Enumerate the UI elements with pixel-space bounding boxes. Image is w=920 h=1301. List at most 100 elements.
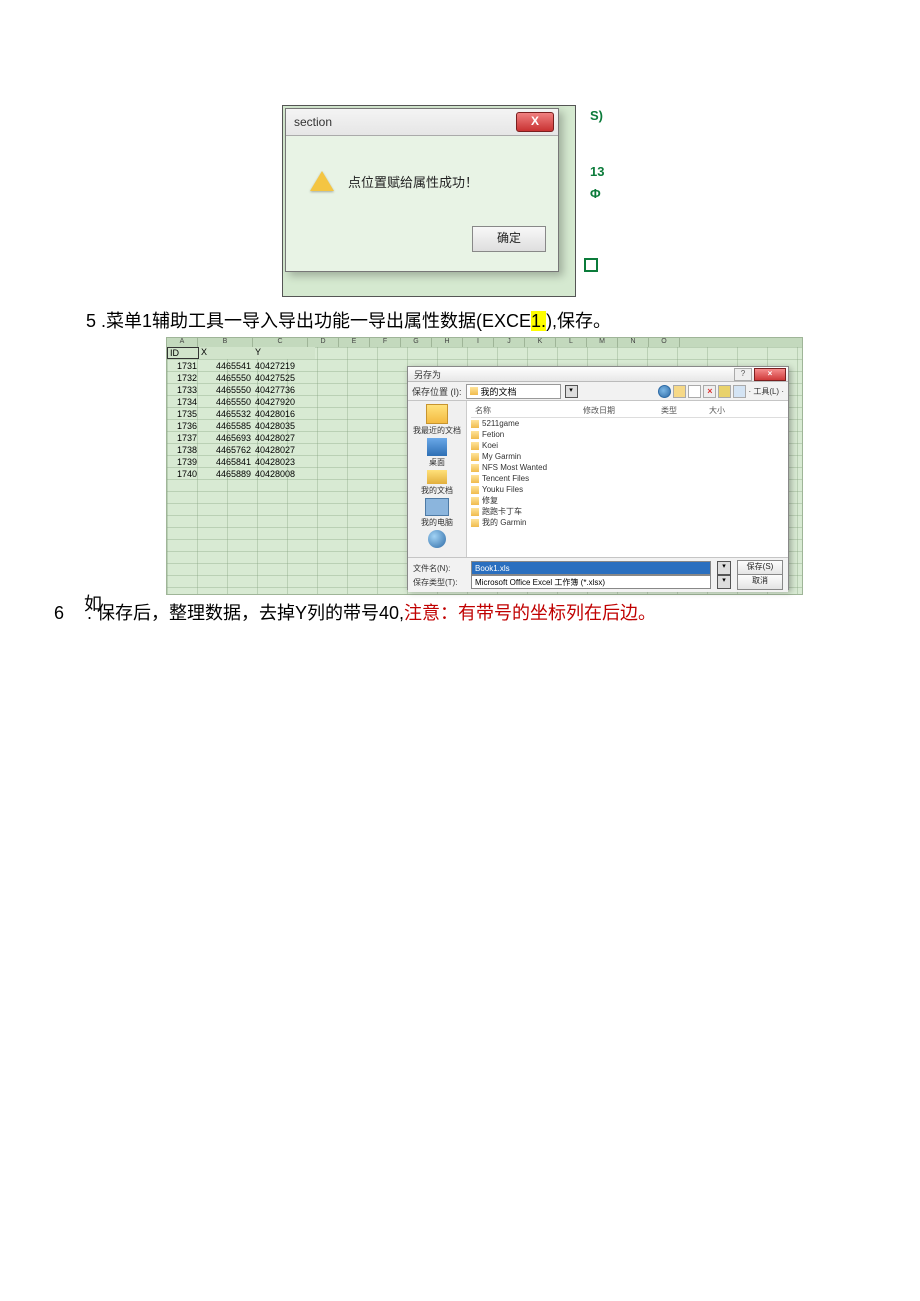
table-row: 1740446588940428008: [167, 468, 315, 480]
step-number: 5: [86, 311, 96, 331]
cell-id: 1738: [167, 444, 199, 456]
warning-text: 注意：有带号的坐标列在后边。: [404, 603, 656, 623]
col-type[interactable]: 类型: [657, 404, 705, 417]
cell-id: 1734: [167, 396, 199, 408]
folder-icon: [471, 431, 479, 439]
cell-x: 4465693: [199, 432, 253, 444]
cell-x: 4465762: [199, 444, 253, 456]
folder-icon: [471, 442, 479, 450]
list-item[interactable]: 5211game: [471, 418, 788, 429]
shortcut-desktop[interactable]: 桌面: [427, 438, 447, 468]
cell-y: 40428016: [253, 408, 315, 420]
folder-icon: [471, 486, 479, 494]
cell-id: 1735: [167, 408, 199, 420]
list-item[interactable]: 我的 Garmin: [471, 517, 788, 528]
table-row: 1738446576240428027: [167, 444, 315, 456]
table-row: 1739446584140428023: [167, 456, 315, 468]
folder-icon: [426, 404, 448, 424]
folder-icon: [471, 519, 479, 527]
list-item[interactable]: Koei: [471, 440, 788, 451]
cell-y: 40428035: [253, 420, 315, 432]
col-date[interactable]: 修改日期: [579, 404, 657, 417]
close-icon[interactable]: X: [516, 112, 554, 132]
warning-icon: [310, 171, 334, 191]
cell-x: 4465532: [199, 408, 253, 420]
folder-icon: [470, 387, 478, 395]
location-combo[interactable]: 我的文档: [466, 384, 561, 399]
dialog-message: 点位置赋给属性成功！: [348, 172, 478, 191]
cell-y: 40428008: [253, 468, 315, 480]
cell-id: 1740: [167, 468, 199, 480]
places-bar: 我最近的文档 桌面 我的文档 我的电脑: [408, 401, 467, 557]
dialog-title: section: [294, 115, 332, 129]
saveas-titlebar: 另存为 ? ×: [408, 367, 788, 382]
cell-x: 4465550: [199, 384, 253, 396]
table-row: 1736446558540428035: [167, 420, 315, 432]
cell-id: 1731: [167, 360, 199, 372]
table-row: 1737446569340428027: [167, 432, 315, 444]
up-folder-icon[interactable]: [673, 385, 686, 398]
cell-y: 40427219: [253, 360, 315, 372]
shortcut-mydocs[interactable]: 我的文档: [421, 470, 453, 496]
list-item[interactable]: Youku Files: [471, 484, 788, 495]
shortcut-recent[interactable]: 我最近的文档: [413, 404, 461, 436]
chevron-down-icon[interactable]: ▾: [717, 561, 731, 575]
shortcut-mycomputer[interactable]: 我的电脑: [421, 498, 453, 528]
folder-icon: [427, 470, 447, 484]
toolbar-icons: × · 工具(L) ·: [658, 385, 784, 398]
cell-id: 1732: [167, 372, 199, 384]
col-name[interactable]: 名称: [471, 404, 579, 417]
save-as-dialog: 另存为 ? × 保存位置 (I): 我的文档 ▾ ×: [407, 366, 789, 590]
step-number: 6: [54, 603, 82, 624]
ok-button[interactable]: 确定: [472, 226, 546, 252]
cell-x: 4465541: [199, 360, 253, 372]
step-5-text: 5 .菜单1辅助工具一导入导出功能一导出属性数据(EXCE1.),保存。: [86, 307, 920, 333]
cell-x: 4465889: [199, 468, 253, 480]
folder-icon: [471, 464, 479, 472]
new-folder-icon[interactable]: [718, 385, 731, 398]
folder-icon: [471, 475, 479, 483]
search-icon[interactable]: [688, 385, 701, 398]
column-letters: ABC DEFGHIJKLMNO: [167, 338, 802, 347]
annotation-phi: Φ: [590, 186, 601, 201]
col-id: ID: [167, 347, 199, 359]
chevron-down-icon[interactable]: ▾: [717, 575, 731, 589]
help-icon[interactable]: ?: [734, 368, 752, 381]
saveas-footer: 文件名(N): Book1.xls ▾ 保存(S) 保存类型(T): Micro…: [408, 557, 788, 592]
close-icon[interactable]: ×: [754, 368, 786, 381]
table-row: 1733446555040427736: [167, 384, 315, 396]
chevron-down-icon[interactable]: ▾: [565, 385, 578, 398]
filename-input[interactable]: Book1.xls: [471, 561, 711, 575]
list-item[interactable]: My Garmin: [471, 451, 788, 462]
delete-icon[interactable]: ×: [703, 385, 716, 398]
list-item[interactable]: NFS Most Wanted: [471, 462, 788, 473]
col-size[interactable]: 大小: [705, 404, 753, 417]
list-item[interactable]: Fetion: [471, 429, 788, 440]
cell-id: 1739: [167, 456, 199, 468]
dialog-titlebar: section X: [286, 109, 558, 136]
cancel-button[interactable]: 取消: [737, 574, 783, 590]
folder-icon: [471, 453, 479, 461]
shortcut-network[interactable]: [428, 530, 446, 549]
globe-icon[interactable]: [658, 385, 671, 398]
cell-y: 40427525: [253, 372, 315, 384]
location-label: 保存位置 (I):: [412, 385, 462, 398]
cell-y: 40427736: [253, 384, 315, 396]
list-item[interactable]: Tencent Files: [471, 473, 788, 484]
highlight: 1.: [531, 311, 546, 331]
cell-id: 1737: [167, 432, 199, 444]
desktop-icon: [427, 438, 447, 456]
list-item[interactable]: 跑跑卡丁车: [471, 506, 788, 517]
filetype-label: 保存类型(T):: [413, 577, 465, 588]
list-item[interactable]: 修复: [471, 495, 788, 506]
table-row: 1732446555040427525: [167, 372, 315, 384]
filetype-combo[interactable]: Microsoft Office Excel 工作簿 (*.xlsx): [471, 575, 711, 589]
cell-id: 1733: [167, 384, 199, 396]
annotation-13: 13: [590, 164, 604, 179]
file-list[interactable]: 名称 修改日期 类型 大小 5211gameFetionKoeiMy Garmi…: [467, 401, 788, 557]
col-x: X: [199, 347, 251, 359]
cell-y: 40428027: [253, 432, 315, 444]
folder-icon: [471, 420, 479, 428]
tools-menu[interactable]: · 工具(L) ·: [748, 386, 784, 397]
views-icon[interactable]: [733, 385, 746, 398]
